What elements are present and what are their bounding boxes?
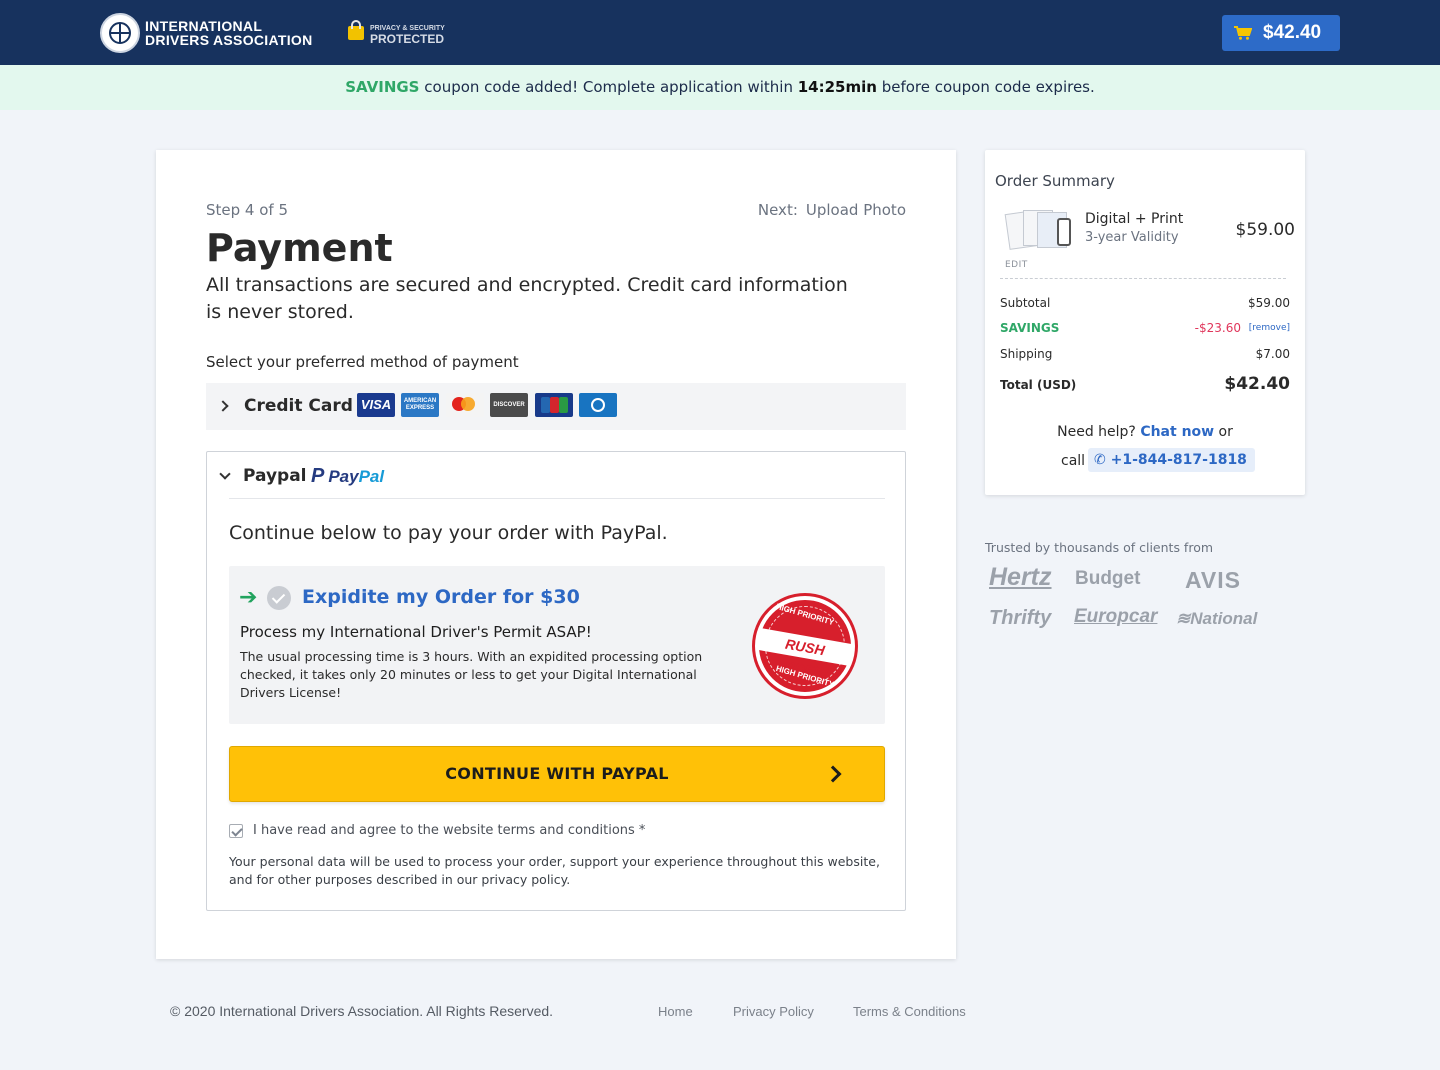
thrifty-logo: Thrifty: [989, 607, 1052, 629]
phone-number: +1-844-817-1818: [1110, 452, 1247, 468]
diners-club-icon: [579, 393, 617, 417]
paypal-p-icon: P: [311, 465, 325, 487]
shipping-row: Shipping $7.00: [1000, 347, 1290, 361]
paypal-instructions: Continue below to pay your order with Pa…: [229, 522, 668, 544]
expedite-subtitle: Process my International Driver's Permit…: [240, 623, 592, 641]
shipping-label: Shipping: [1000, 347, 1053, 361]
page-subtitle: All transactions are secured and encrypt…: [206, 274, 848, 323]
subtotal-label: Subtotal: [1000, 296, 1051, 310]
national-logo-text: National: [1190, 609, 1258, 628]
badge-line-2: PROTECTED: [370, 32, 445, 46]
budget-logo: Budget: [1075, 568, 1141, 589]
shipping-value: $7.00: [1255, 347, 1290, 361]
payment-card: Step 4 of 5 Next: Upload Photo Payment Al…: [156, 150, 956, 959]
payment-method-label: Select your preferred method of payment: [206, 353, 519, 371]
national-flag-icon: ≋: [1176, 609, 1191, 628]
paypal-option: Paypal P PayPal Continue below to pay you…: [206, 451, 906, 911]
phone-device-icon: [1057, 218, 1071, 246]
rush-order-stamp: HIGH PRIORITY RUSH ORDER! HIGH PRIORITY: [755, 596, 855, 696]
chevron-right-icon: [217, 400, 229, 412]
footer-link-privacy[interactable]: Privacy Policy: [733, 1004, 814, 1019]
coupon-banner: SAVINGS coupon code added! Complete appl…: [0, 65, 1440, 110]
total-value: $42.40: [1224, 374, 1290, 394]
avis-logo: AVIS: [1185, 567, 1241, 593]
savings-row: SAVINGS -$23.60 [remove]: [1000, 321, 1290, 335]
coupon-code: SAVINGS: [345, 78, 420, 96]
lock-icon: [348, 20, 364, 40]
paypal-logo-pal: Pal: [358, 467, 385, 486]
expedite-checkbox[interactable]: [267, 586, 291, 610]
product-price: $59.00: [1235, 220, 1295, 240]
chevron-down-icon[interactable]: [219, 468, 231, 480]
help-text: Need help?: [1057, 424, 1136, 440]
trusted-label: Trusted by thousands of clients from: [985, 540, 1214, 555]
or-text: or: [1218, 424, 1233, 440]
edit-link[interactable]: EDIT: [1005, 260, 1028, 270]
mastercard-icon: [446, 393, 484, 417]
paypal-logo-pay: Pay: [328, 467, 359, 486]
credit-card-option[interactable]: Credit Card VISA AMERICAN EXPRESS DISCOV…: [206, 383, 906, 430]
expedite-description: The usual processing time is 3 hours. Wi…: [240, 649, 703, 700]
subtotal-value: $59.00: [1248, 296, 1290, 310]
expedite-title[interactable]: Expidite my Order for $30: [302, 586, 580, 608]
jcb-icon: [535, 393, 573, 417]
call-line: call ✆ +1-844-817-1818: [1061, 448, 1255, 474]
product-thumbnail: [1004, 208, 1073, 250]
order-summary: Order Summary Digital + Print 3-year Val…: [985, 150, 1305, 495]
paypal-button-label: CONTINUE WITH PAYPAL: [445, 764, 669, 783]
expedite-option[interactable]: ➔ Expidite my Order for $30 Process my I…: [229, 566, 885, 724]
divider: [1000, 278, 1286, 279]
arrow-right-icon: ➔: [239, 585, 258, 610]
phone-link[interactable]: ✆ +1-844-817-1818: [1088, 448, 1255, 472]
visa-icon: VISA: [357, 393, 395, 417]
banner-text-after: before coupon code expires.: [876, 78, 1095, 96]
page-title: Payment: [206, 226, 393, 270]
help-line: Need help? Chat now or: [985, 424, 1305, 440]
next-step: Next: Upload Photo: [758, 201, 906, 219]
europcar-logo: Europcar: [1074, 606, 1158, 627]
discover-icon: DISCOVER: [490, 393, 528, 417]
hertz-logo: Hertz: [989, 563, 1052, 591]
coupon-timer: 14:25min: [797, 78, 877, 96]
terms-checkbox[interactable]: [229, 824, 243, 838]
subtotal-row: Subtotal $59.00: [1000, 296, 1290, 310]
globe-icon[interactable]: [100, 13, 140, 53]
total-row: Total (USD) $42.40: [1000, 374, 1290, 394]
brand-logo-text[interactable]: INTERNATIONAL DRIVERS ASSOCIATION: [145, 19, 313, 47]
cart-button[interactable]: $42.40: [1222, 15, 1340, 51]
next-step-label: Next:: [757, 201, 798, 219]
total-label: Total (USD): [1000, 378, 1077, 392]
step-indicator: Step 4 of 5: [206, 201, 289, 219]
phone-icon: ✆: [1094, 452, 1111, 468]
terms-label[interactable]: I have read and agree to the website ter…: [253, 823, 645, 838]
footer-link-home[interactable]: Home: [658, 1004, 693, 1019]
chat-now-link[interactable]: Chat now: [1140, 424, 1214, 440]
footer-link-terms[interactable]: Terms & Conditions: [853, 1004, 966, 1019]
paypal-label[interactable]: Paypal: [243, 466, 307, 486]
national-logo: ≋National: [1176, 609, 1257, 629]
product-validity: 3-year Validity: [1085, 230, 1179, 245]
copyright: © 2020 International Drivers Association…: [170, 1003, 554, 1019]
banner-text-before: coupon code added! Complete application …: [419, 78, 798, 96]
product-name: Digital + Print: [1085, 211, 1184, 227]
call-text: call: [1061, 453, 1086, 469]
privacy-notice: Your personal data will be used to proce…: [229, 854, 880, 887]
brand-line-2: DRIVERS ASSOCIATION: [145, 32, 313, 48]
amex-icon: AMERICAN EXPRESS: [401, 393, 439, 417]
remove-coupon-link[interactable]: [remove]: [1249, 323, 1290, 333]
continue-with-paypal-button[interactable]: CONTINUE WITH PAYPAL: [229, 746, 885, 802]
top-navigation-bar: INTERNATIONAL DRIVERS ASSOCIATION PRIVAC…: [0, 0, 1440, 65]
paypal-logo: P PayPal: [311, 465, 384, 488]
summary-title: Order Summary: [995, 172, 1115, 190]
cart-total: $42.40: [1263, 22, 1322, 43]
next-step-name: Upload Photo: [805, 201, 906, 219]
shopping-cart-icon: [1234, 26, 1252, 40]
divider: [229, 498, 885, 499]
savings-label: SAVINGS: [1000, 321, 1060, 335]
brand-line-1: INTERNATIONAL: [145, 18, 263, 34]
credit-card-label: Credit Card: [244, 396, 353, 416]
savings-value: -$23.60: [1194, 321, 1241, 335]
